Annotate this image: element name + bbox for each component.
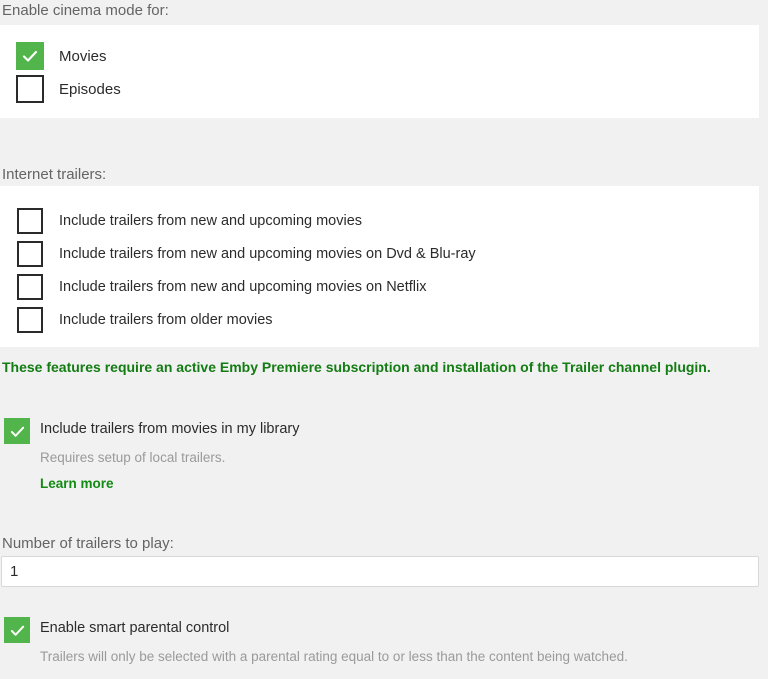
trailer-option-label: Include trailers from new and upcoming m… bbox=[59, 278, 427, 295]
trailer-option-older-movies[interactable]: Include trailers from older movies bbox=[17, 307, 273, 333]
internet-trailers-panel: Include trailers from new and upcoming m… bbox=[0, 186, 759, 347]
trailer-option-new-upcoming[interactable]: Include trailers from new and upcoming m… bbox=[17, 208, 362, 234]
checkmark-icon bbox=[10, 625, 24, 636]
trailer-option-netflix[interactable]: Include trailers from new and upcoming m… bbox=[17, 274, 427, 300]
checkmark-icon bbox=[10, 426, 24, 437]
checkbox-smart-parental-control[interactable] bbox=[4, 617, 30, 643]
cinema-mode-option-movies-label: Movies bbox=[59, 47, 107, 65]
trailer-option-dvd-bluray[interactable]: Include trailers from new and upcoming m… bbox=[17, 241, 476, 267]
number-of-trailers-heading: Number of trailers to play: bbox=[2, 535, 174, 552]
parental-control-description: Trailers will only be selected with a pa… bbox=[40, 648, 628, 664]
checkbox-episodes[interactable] bbox=[16, 75, 44, 103]
parental-control-label: Enable smart parental control bbox=[40, 620, 230, 636]
parental-control-option[interactable]: Enable smart parental control Trailers w… bbox=[4, 617, 628, 663]
checkbox-new-upcoming-dvd-bluray[interactable] bbox=[17, 241, 43, 267]
checkbox-new-upcoming-netflix[interactable] bbox=[17, 274, 43, 300]
library-trailers-text: Include trailers from movies in my libra… bbox=[40, 418, 299, 493]
cinema-mode-panel: Movies Episodes bbox=[0, 25, 759, 118]
cinema-mode-option-episodes[interactable]: Episodes bbox=[16, 75, 121, 103]
number-of-trailers-input[interactable] bbox=[1, 556, 759, 587]
library-trailers-option[interactable]: Include trailers from movies in my libra… bbox=[4, 418, 299, 493]
cinema-mode-option-movies[interactable]: Movies bbox=[16, 42, 107, 70]
checkbox-movies[interactable] bbox=[16, 42, 44, 70]
parental-control-text: Enable smart parental control Trailers w… bbox=[40, 617, 628, 663]
internet-trailers-heading: Internet trailers: bbox=[2, 166, 107, 183]
trailer-option-label: Include trailers from new and upcoming m… bbox=[59, 212, 363, 229]
checkbox-older-movies[interactable] bbox=[17, 307, 43, 333]
cinema-mode-heading: Enable cinema mode for: bbox=[2, 2, 169, 19]
checkbox-new-upcoming-movies[interactable] bbox=[17, 208, 43, 234]
trailer-option-label: Include trailers from older movies bbox=[59, 311, 273, 328]
checkmark-icon bbox=[22, 50, 38, 62]
cinema-mode-settings-page: Enable cinema mode for: Movies Episodes … bbox=[0, 0, 768, 679]
cinema-mode-option-episodes-label: Episodes bbox=[59, 80, 121, 98]
emby-premiere-notice: These features require an active Emby Pr… bbox=[2, 359, 711, 375]
library-trailers-label: Include trailers from movies in my libra… bbox=[40, 421, 300, 437]
learn-more-link[interactable]: Learn more bbox=[40, 477, 114, 491]
library-trailers-description: Requires setup of local trailers. bbox=[40, 449, 226, 465]
checkbox-library-trailers[interactable] bbox=[4, 418, 30, 444]
trailer-option-label: Include trailers from new and upcoming m… bbox=[59, 245, 476, 262]
